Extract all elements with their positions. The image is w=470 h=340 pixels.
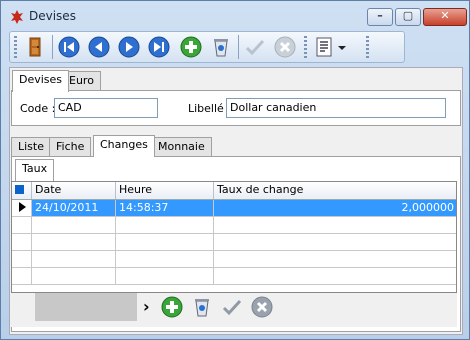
toolbar-separator <box>238 35 239 59</box>
add-icon[interactable] <box>180 36 202 58</box>
cell-date[interactable]: 24/10/2011 <box>32 200 116 216</box>
row-indicator <box>12 234 32 250</box>
cancel-row-icon[interactable] <box>251 296 273 318</box>
tab-changes[interactable]: Changes <box>93 135 155 157</box>
select-all-cell[interactable] <box>12 182 32 199</box>
maximize-icon: ▢ <box>402 9 414 22</box>
app-icon <box>11 10 23 24</box>
navigator-scroll-area[interactable] <box>35 293 137 321</box>
exit-door-icon[interactable] <box>24 36 46 58</box>
tab-taux[interactable]: Taux <box>15 159 55 181</box>
select-all-icon <box>15 185 24 194</box>
close-button[interactable]: ✕ <box>423 8 467 26</box>
devises-tab-page: Code : CAD Libellé : Dollar canadien <box>11 90 461 126</box>
cell-heure[interactable]: 14:58:37 <box>116 200 214 216</box>
next-arrow-icon[interactable]: › <box>143 297 150 316</box>
toolbar-grip[interactable] <box>366 36 369 58</box>
row-indicator <box>12 251 32 267</box>
tab-devises[interactable]: Devises <box>12 70 70 92</box>
close-icon: ✕ <box>440 9 450 22</box>
toolbar-grip[interactable] <box>304 36 307 58</box>
row-indicator <box>12 217 32 233</box>
table-row-empty[interactable] <box>12 217 456 234</box>
table-row-empty[interactable] <box>12 268 456 285</box>
minimize-icon: – <box>377 9 383 22</box>
delete-row-icon[interactable] <box>191 296 213 318</box>
libelle-label: Libellé : <box>188 102 232 115</box>
next-record-icon[interactable] <box>118 36 140 58</box>
previous-record-icon[interactable] <box>88 36 110 58</box>
maximize-button[interactable]: ▢ <box>395 8 421 26</box>
first-record-icon[interactable] <box>58 36 80 58</box>
grid-header: Date Heure Taux de change <box>12 182 456 200</box>
report-icon[interactable] <box>314 36 336 58</box>
table-row[interactable]: 24/10/2011 14:58:37 2,000000 <box>12 200 456 217</box>
cell-empty[interactable] <box>116 251 214 267</box>
minimize-button[interactable]: – <box>367 8 393 26</box>
cell-empty[interactable] <box>116 268 214 284</box>
tab-liste[interactable]: Liste <box>11 137 51 157</box>
dropdown-arrow-icon[interactable] <box>336 36 348 58</box>
cell-empty[interactable] <box>32 234 116 250</box>
tab-fiche[interactable]: Fiche <box>49 137 92 157</box>
cell-empty[interactable] <box>116 234 214 250</box>
grid-navigator: › <box>11 293 457 327</box>
column-header-heure[interactable]: Heure <box>116 182 214 199</box>
cell-empty[interactable] <box>32 251 116 267</box>
toolbar <box>9 31 405 63</box>
title-bar[interactable]: Devises – ▢ ✕ <box>1 1 469 31</box>
table-row-empty[interactable] <box>12 251 456 268</box>
code-field[interactable]: CAD <box>54 98 158 118</box>
last-record-icon[interactable] <box>148 36 170 58</box>
cancel-icon[interactable] <box>274 36 296 58</box>
column-header-date[interactable]: Date <box>32 182 116 199</box>
current-row-arrow-icon <box>19 202 26 212</box>
row-indicator <box>12 200 32 216</box>
rates-grid: Date Heure Taux de change 24/10/2011 14:… <box>11 181 457 293</box>
cell-empty[interactable] <box>32 268 116 284</box>
cell-empty[interactable] <box>32 217 116 233</box>
cell-empty[interactable] <box>116 217 214 233</box>
validate-icon[interactable] <box>244 36 266 58</box>
window: Devises – ▢ ✕ Devises Euro Code: CAD Li… <box>0 0 470 340</box>
row-indicator <box>12 268 32 284</box>
validate-row-icon[interactable] <box>221 296 243 318</box>
window-title: Devises <box>29 9 76 23</box>
tab-monnaie[interactable]: Monnaie <box>151 137 212 157</box>
toolbar-separator <box>52 35 53 59</box>
table-row-empty[interactable] <box>12 234 456 251</box>
add-row-icon[interactable] <box>161 296 183 318</box>
column-header-taux[interactable]: Taux de change <box>214 182 456 199</box>
libelle-field[interactable]: Dollar canadien <box>226 98 446 118</box>
toolbar-grip[interactable] <box>14 36 17 58</box>
code-label: Code : <box>20 102 56 115</box>
cell-taux[interactable]: 2,000000 <box>214 200 456 216</box>
delete-icon[interactable] <box>210 36 232 58</box>
